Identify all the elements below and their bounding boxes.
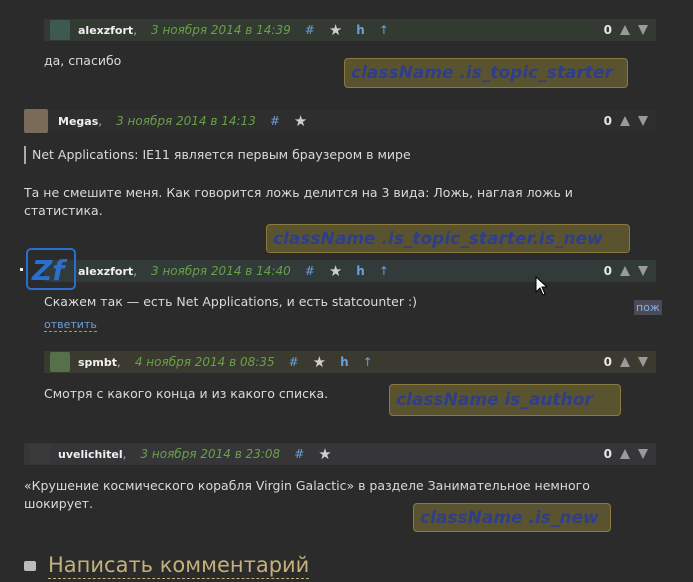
comment-icon [24, 561, 36, 571]
vote-block: 0 [604, 19, 656, 41]
username[interactable]: spmbt [78, 356, 117, 369]
comment-text: Скажем так — есть Net Applications, и ес… [44, 294, 418, 309]
write-comment-link[interactable]: Написать комментарий [48, 552, 310, 579]
permalink[interactable]: # [289, 355, 299, 369]
avatar[interactable] [50, 352, 70, 372]
score: 0 [603, 114, 612, 128]
vote-down-icon[interactable] [638, 449, 648, 459]
vote-up-icon[interactable] [620, 116, 630, 126]
vote-down-icon[interactable] [638, 266, 648, 276]
comment-date[interactable]: 4 ноября 2014 в 08:35 [135, 355, 275, 369]
comment-date[interactable]: 3 ноября 2014 в 14:39 [151, 23, 291, 37]
username[interactable]: uvelichitel [58, 448, 123, 461]
comment-quote: Net Applications: IE11 является первым б… [32, 147, 411, 162]
score: 0 [603, 23, 612, 37]
parent-link[interactable]: ↑ [379, 23, 389, 37]
annotation-label: className .is_topic_starter.is_new [266, 224, 630, 253]
history-link[interactable]: h [340, 355, 349, 369]
zf-logo-avatar[interactable]: Zf [26, 248, 76, 290]
comment-header: spmbt, 4 ноября 2014 в 08:35 # ★ h ↑ 0 [44, 351, 656, 373]
score: 0 [603, 355, 612, 369]
new-marker [20, 268, 23, 271]
star-icon[interactable]: ★ [318, 445, 331, 463]
vote-up-icon[interactable] [620, 266, 630, 276]
star-icon[interactable]: ★ [313, 353, 326, 371]
star-icon[interactable]: ★ [294, 112, 307, 130]
comment-text: Смотря с какого конца и из какого списка… [44, 386, 329, 401]
vote-down-icon[interactable] [638, 25, 648, 35]
vote-up-icon[interactable] [620, 25, 630, 35]
comment-header: uvelichitel, 3 ноября 2014 в 23:08 # ★ 0 [24, 443, 656, 465]
parent-link[interactable]: ↑ [379, 264, 389, 278]
comment-header: Megas, 3 ноября 2014 в 14:13 # ★ 0 [24, 109, 656, 133]
parent-link[interactable]: ↑ [363, 355, 373, 369]
annotation-label: className .is_topic_starter [344, 58, 628, 88]
quote-bar [24, 146, 26, 164]
avatar[interactable] [24, 109, 48, 133]
comment-header: alexzfort, 3 ноября 2014 в 14:39 # ★ h ↑… [44, 19, 656, 41]
vote-block: 0 [604, 110, 656, 132]
mouse-cursor-icon [535, 276, 547, 296]
vote-block: 0 [604, 443, 656, 465]
vote-up-icon[interactable] [620, 357, 630, 367]
comment-header: alexzfort, 3 ноября 2014 в 14:40 # ★ h ↑… [44, 260, 656, 282]
comment-date[interactable]: 3 ноября 2014 в 14:40 [151, 264, 291, 278]
comment-text: Та не смешите меня. Как говорится ложь д… [24, 185, 573, 218]
vote-up-icon[interactable] [620, 449, 630, 459]
score: 0 [603, 447, 612, 461]
annotation-label: className .is_new [413, 503, 611, 532]
permalink[interactable]: # [294, 447, 304, 461]
comment-text: да, спасибо [44, 53, 122, 68]
permalink[interactable]: # [305, 23, 315, 37]
username[interactable]: alexzfort [78, 265, 133, 278]
username[interactable]: alexzfort [78, 24, 133, 37]
annotation-label: className is_author [389, 384, 621, 416]
history-link[interactable]: h [356, 23, 365, 37]
star-icon[interactable]: ★ [329, 21, 342, 39]
vote-down-icon[interactable] [638, 357, 648, 367]
vote-block: 0 [604, 260, 656, 282]
vote-down-icon[interactable] [638, 116, 648, 126]
score: 0 [603, 264, 612, 278]
avatar[interactable] [50, 20, 70, 40]
permalink[interactable]: # [305, 264, 315, 278]
comment-date[interactable]: 3 ноября 2014 в 23:08 [140, 447, 280, 461]
avatar[interactable] [30, 444, 50, 464]
star-icon[interactable]: ★ [329, 262, 342, 280]
username[interactable]: Megas [58, 115, 98, 128]
vote-block: 0 [604, 351, 656, 373]
permalink[interactable]: # [270, 114, 280, 128]
comment-date[interactable]: 3 ноября 2014 в 14:13 [116, 114, 256, 128]
reply-link[interactable]: ответить [44, 318, 97, 332]
svg-text:Zf: Zf [31, 254, 68, 287]
complaint-link[interactable]: пож [634, 300, 662, 315]
history-link[interactable]: h [356, 264, 365, 278]
